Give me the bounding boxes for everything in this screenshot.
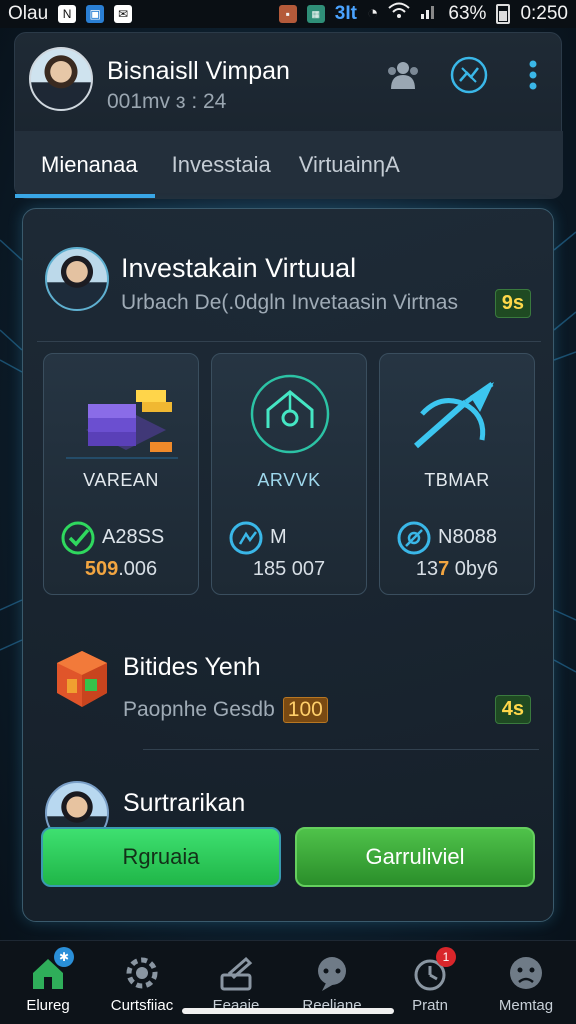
community-icon[interactable] bbox=[383, 55, 423, 95]
primary-action-button[interactable]: Rgruaia bbox=[41, 827, 281, 887]
app-notification-icon: N bbox=[58, 5, 77, 23]
settings-icon bbox=[122, 953, 162, 993]
profile-title: Investakain Virtuual bbox=[121, 253, 357, 283]
tile-varean[interactable]: VAREAN A28SS 509.006 bbox=[43, 353, 199, 595]
tile-stat-value: 185 007 bbox=[252, 558, 326, 580]
profile-badge: 9s bbox=[494, 289, 531, 318]
home-indicator[interactable] bbox=[182, 1008, 394, 1014]
photo-notification-icon: ▣ bbox=[86, 5, 105, 23]
bundle-badge: 4s bbox=[494, 695, 531, 724]
target-icon bbox=[397, 521, 431, 555]
summary-title: Surtrarikan bbox=[123, 789, 246, 817]
tile-tbmar[interactable]: TBMAR N8088 137 0by6 bbox=[379, 353, 535, 595]
battery-icon bbox=[496, 4, 511, 24]
tile-stat-value: 509.006 bbox=[84, 558, 158, 580]
tab-invesstaia[interactable]: Invesstaia bbox=[154, 152, 287, 178]
analytics-icon[interactable] bbox=[449, 55, 489, 95]
bundle-subtitle: Paopnhe Gesdb 100 bbox=[123, 697, 328, 723]
main-card: Investakain Virtuual Urbach De(.0dgln In… bbox=[22, 208, 554, 922]
active-tab-indicator bbox=[15, 194, 155, 198]
tile-stat-value: 137 0by6 bbox=[415, 558, 499, 580]
profile-subtitle: Urbach De(.0dgln Invetaasin Virtnas bbox=[121, 291, 458, 314]
user-name: Bisnaisll Vimpan bbox=[107, 57, 290, 85]
cube-icon bbox=[57, 651, 107, 707]
clock-chart-icon bbox=[229, 521, 263, 555]
user-subtitle: 001mv ɜ : 24 bbox=[107, 90, 227, 113]
tab-virtuaina[interactable]: VirtuainηΑ bbox=[287, 152, 416, 178]
tile-label: ARVVK bbox=[257, 470, 321, 490]
stats-tiles: VAREAN A28SS 509.006 ARVVK M 185 007 TBM… bbox=[43, 353, 535, 595]
signal-icon bbox=[420, 2, 438, 26]
check-circle-icon bbox=[61, 521, 95, 555]
grid-icon: ▦ bbox=[306, 5, 325, 23]
divider bbox=[37, 341, 541, 342]
nav-item-timer[interactable]: 1 Pratn bbox=[382, 947, 478, 1019]
nav-item-settings[interactable]: Curtsfiiac bbox=[94, 949, 190, 1019]
alarm-icon: ◔ bbox=[366, 3, 379, 24]
face-icon bbox=[506, 953, 546, 993]
status-bar: Olau N ▣ ✉ ▪ ▦ 3It ◔ 63% 0:250 bbox=[0, 0, 576, 28]
wifi-icon bbox=[388, 2, 411, 26]
bundle-inline-badge: 100 bbox=[282, 697, 328, 723]
message-notification-icon: ✉ bbox=[114, 5, 133, 23]
secondary-action-button[interactable]: Garruliviel bbox=[295, 827, 535, 887]
clock-text: 0:250 bbox=[520, 3, 568, 24]
edit-icon bbox=[216, 953, 256, 993]
tile-stat-code: M bbox=[270, 526, 287, 548]
tab-mienanaa[interactable]: Mienanaa bbox=[15, 152, 154, 178]
divider bbox=[143, 749, 539, 750]
user-avatar[interactable] bbox=[29, 47, 93, 111]
header-card: Bisnaisll Vimpan 001mv ɜ : 24 Mienanaa I… bbox=[14, 32, 563, 199]
bundle-title: Bitides Yenh bbox=[123, 653, 261, 681]
tile-label: TBMAR bbox=[424, 470, 490, 490]
timer-icon: 1 bbox=[410, 947, 456, 993]
center-status-text: 3It bbox=[334, 3, 357, 24]
server-stack-icon bbox=[66, 390, 178, 459]
investor-avatar[interactable] bbox=[45, 247, 109, 311]
home-badge: ✱ bbox=[54, 947, 74, 967]
neon-home-icon bbox=[250, 374, 330, 454]
nav-item-profile[interactable]: Memtag bbox=[478, 949, 574, 1019]
growth-arrow-icon bbox=[414, 381, 494, 449]
home-icon: ✱ bbox=[28, 947, 74, 993]
photo-thumb-icon: ▪ bbox=[278, 5, 297, 23]
more-options-icon[interactable] bbox=[513, 55, 553, 95]
timer-badge: 1 bbox=[436, 947, 456, 967]
tile-arvvk[interactable]: ARVVK M 185 007 bbox=[211, 353, 367, 595]
chat-icon bbox=[312, 953, 352, 993]
tile-stat-code: A28SS bbox=[102, 526, 165, 548]
battery-text: 63% bbox=[448, 3, 487, 24]
tile-stat-code: N8088 bbox=[438, 526, 497, 548]
carrier-text: Olau bbox=[8, 3, 49, 24]
nav-item-home[interactable]: ✱ Elureg bbox=[0, 947, 96, 1019]
tile-label: VAREAN bbox=[83, 470, 159, 490]
tab-bar: Mienanaa Invesstaia VirtuainηΑ bbox=[15, 131, 563, 199]
